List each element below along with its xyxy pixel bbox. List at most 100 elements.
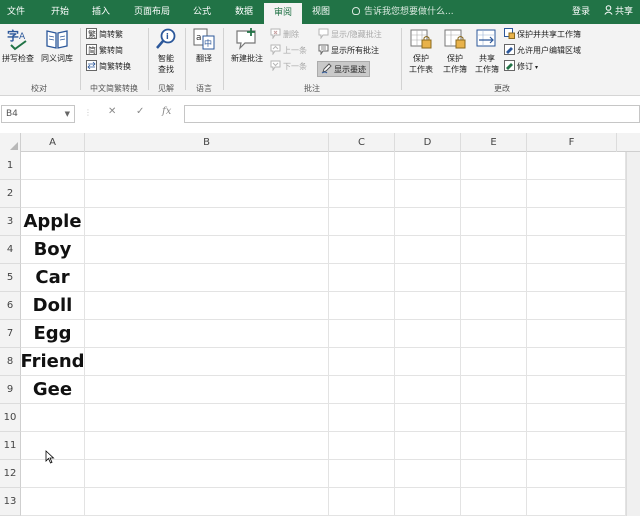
protect-sheet-button[interactable]: 保护 工作表: [404, 27, 438, 75]
row-header-5[interactable]: 5: [0, 264, 21, 292]
select-all-corner[interactable]: [0, 133, 21, 152]
cell-f4[interactable]: [527, 236, 626, 264]
cell-c13[interactable]: [329, 488, 395, 516]
cell-e3[interactable]: [461, 208, 527, 236]
cell-b9[interactable]: [85, 376, 329, 404]
show-all-comments-button[interactable]: 显示所有批注: [318, 43, 379, 59]
delete-comment-button[interactable]: 删除: [270, 27, 299, 43]
column-header-c[interactable]: C: [329, 133, 395, 152]
cell-f2[interactable]: [527, 180, 626, 208]
to-traditional-button[interactable]: 繁简转繁: [86, 27, 123, 43]
vertical-scrollbar[interactable]: [626, 152, 640, 516]
cell-a6[interactable]: Doll: [21, 292, 85, 320]
row-header-8[interactable]: 8: [0, 348, 21, 376]
cell-d6[interactable]: [395, 292, 461, 320]
tab-home[interactable]: 开始: [40, 0, 80, 24]
smart-lookup-button[interactable]: i 智能 查找: [150, 27, 182, 75]
row-header-2[interactable]: 2: [0, 180, 21, 208]
row-header-4[interactable]: 4: [0, 236, 21, 264]
cell-a12[interactable]: [21, 460, 85, 488]
cell-b3[interactable]: [85, 208, 329, 236]
cell-d12[interactable]: [395, 460, 461, 488]
cell-f10[interactable]: [527, 404, 626, 432]
cell-b6[interactable]: [85, 292, 329, 320]
name-box[interactable]: B4 ▼: [1, 105, 75, 123]
share-button[interactable]: 共享: [604, 0, 633, 24]
tab-review[interactable]: 审阅: [264, 3, 302, 24]
cell-a8[interactable]: Friend: [20, 348, 85, 376]
cell-b11[interactable]: [85, 432, 329, 460]
cell-e5[interactable]: [461, 264, 527, 292]
cell-f7[interactable]: [527, 320, 626, 348]
cell-d11[interactable]: [395, 432, 461, 460]
column-header-f[interactable]: F: [527, 133, 617, 152]
cell-f12[interactable]: [527, 460, 626, 488]
cell-c1[interactable]: [329, 152, 395, 180]
cell-b10[interactable]: [85, 404, 329, 432]
cell-c4[interactable]: [329, 236, 395, 264]
cell-c6[interactable]: [329, 292, 395, 320]
cell-b5[interactable]: [85, 264, 329, 292]
fx-icon[interactable]: fx: [162, 106, 171, 117]
cell-e8[interactable]: [461, 348, 527, 376]
column-header-a[interactable]: A: [21, 133, 85, 152]
cell-a10[interactable]: [21, 404, 85, 432]
cell-e9[interactable]: [461, 376, 527, 404]
tab-formulas[interactable]: 公式: [182, 0, 222, 24]
cell-e13[interactable]: [461, 488, 527, 516]
show-ink-button[interactable]: 显示墨迹: [317, 61, 370, 77]
cell-d13[interactable]: [395, 488, 461, 516]
cell-a7[interactable]: Egg: [21, 320, 85, 348]
allow-edit-ranges-button[interactable]: 允许用户编辑区域: [504, 43, 581, 59]
cell-b8[interactable]: [85, 348, 329, 376]
cell-f1[interactable]: [527, 152, 626, 180]
cell-b4[interactable]: [85, 236, 329, 264]
row-header-3[interactable]: 3: [0, 208, 21, 236]
row-header-7[interactable]: 7: [0, 320, 21, 348]
protect-workbook-button[interactable]: 保护 工作簿: [438, 27, 472, 75]
translate-button[interactable]: a 中 翻译: [188, 27, 220, 64]
cell-c8[interactable]: [329, 348, 395, 376]
cell-c12[interactable]: [329, 460, 395, 488]
cell-e4[interactable]: [461, 236, 527, 264]
cell-f9[interactable]: [527, 376, 626, 404]
track-changes-button[interactable]: 修订 ▾: [504, 59, 538, 75]
chinese-conversion-button[interactable]: 简繁转换: [86, 59, 131, 75]
sign-in-link[interactable]: 登录: [572, 0, 590, 24]
cell-b7[interactable]: [85, 320, 329, 348]
row-header-9[interactable]: 9: [0, 376, 21, 404]
cell-c5[interactable]: [329, 264, 395, 292]
protect-and-share-button[interactable]: 保护并共享工作簿: [504, 27, 581, 43]
cell-d4[interactable]: [395, 236, 461, 264]
cell-d1[interactable]: [395, 152, 461, 180]
next-comment-button[interactable]: 下一条: [270, 59, 307, 75]
cell-a2[interactable]: [21, 180, 85, 208]
cell-c10[interactable]: [329, 404, 395, 432]
cell-f13[interactable]: [527, 488, 626, 516]
to-simplified-button[interactable]: 简繁转简: [86, 43, 123, 59]
tell-me-search[interactable]: 告诉我您想要做什么...: [352, 0, 454, 24]
row-header-6[interactable]: 6: [0, 292, 21, 320]
cell-a5[interactable]: Car: [21, 264, 85, 292]
cell-c11[interactable]: [329, 432, 395, 460]
cell-e10[interactable]: [461, 404, 527, 432]
cell-a13[interactable]: [21, 488, 85, 516]
cell-e1[interactable]: [461, 152, 527, 180]
cell-d8[interactable]: [395, 348, 461, 376]
show-hide-comment-button[interactable]: 显示/隐藏批注: [318, 27, 382, 43]
cell-d5[interactable]: [395, 264, 461, 292]
cell-f5[interactable]: [527, 264, 626, 292]
tab-data[interactable]: 数据: [224, 0, 264, 24]
formula-input[interactable]: [184, 105, 640, 123]
cell-b2[interactable]: [85, 180, 329, 208]
row-header-1[interactable]: 1: [0, 152, 21, 180]
cell-e11[interactable]: [461, 432, 527, 460]
new-comment-button[interactable]: 新建批注: [226, 27, 268, 64]
tab-insert[interactable]: 插入: [82, 0, 120, 24]
row-header-13[interactable]: 13: [0, 488, 21, 516]
row-header-10[interactable]: 10: [0, 404, 21, 432]
cell-d9[interactable]: [395, 376, 461, 404]
cell-f6[interactable]: [527, 292, 626, 320]
share-workbook-button[interactable]: 共享 工作簿: [472, 27, 502, 75]
cell-e12[interactable]: [461, 460, 527, 488]
